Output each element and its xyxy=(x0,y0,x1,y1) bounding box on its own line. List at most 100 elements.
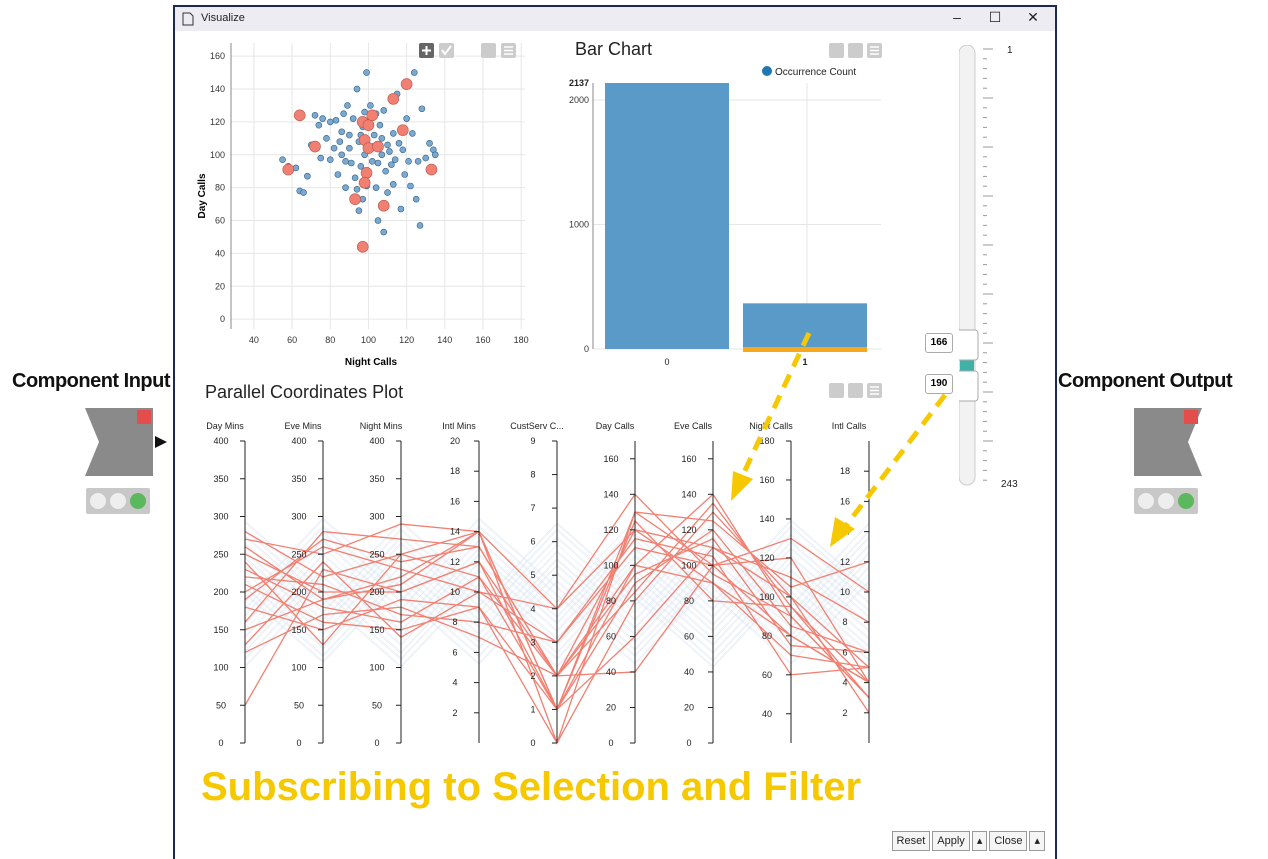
bar-fullscreen-icon[interactable] xyxy=(848,43,863,58)
scatter-point-selected xyxy=(377,199,390,212)
scatter-point xyxy=(367,102,374,109)
pc-fullscreen-icon[interactable] xyxy=(848,383,863,398)
bar-x-tick: 0 xyxy=(664,357,669,367)
pc-tick-label: 50 xyxy=(372,700,382,710)
pc-tick-label: 100 xyxy=(681,560,696,570)
scatter-point-selected xyxy=(282,163,295,176)
pc-axis-label: Intl Calls xyxy=(832,421,867,431)
pc-tick-label: 160 xyxy=(759,475,774,485)
pc-axis-label: Night Calls xyxy=(749,421,793,431)
pc-tick-label: 9 xyxy=(530,436,535,446)
scatter-point-selected xyxy=(356,241,369,253)
pc-menu-icon[interactable] xyxy=(867,383,882,398)
scatter-x-tick: 80 xyxy=(325,335,335,345)
scatter-x-tick: 60 xyxy=(287,335,297,345)
scatter-point xyxy=(397,205,405,213)
menu-icon[interactable] xyxy=(501,43,516,58)
component-input-node-icon[interactable] xyxy=(85,408,175,478)
scatter-point-selected xyxy=(366,109,379,122)
pc-tick-label: 16 xyxy=(840,496,850,506)
scatter-point-selected xyxy=(358,176,371,189)
scatter-y-tick: 80 xyxy=(215,183,225,193)
pc-tick-label: 2 xyxy=(452,708,457,718)
bar-y-tick: 1000 xyxy=(569,220,589,230)
pc-tick-label: 50 xyxy=(216,700,226,710)
scatter-point xyxy=(378,135,386,142)
scatter-point xyxy=(319,115,326,122)
scatter-point xyxy=(374,217,382,224)
pc-tick-label: 200 xyxy=(213,587,228,597)
scatter-point xyxy=(384,141,391,149)
pc-tick-label: 12 xyxy=(840,557,850,567)
pc-tick-label: 8 xyxy=(842,617,847,627)
pc-axis-label: Day Mins xyxy=(206,421,244,431)
scatter-point xyxy=(376,121,384,129)
bar-0 xyxy=(605,83,729,349)
slider-track[interactable] xyxy=(959,45,976,486)
close-window-button[interactable]: ✕ xyxy=(1023,9,1043,26)
slider-handle-high[interactable] xyxy=(959,370,979,402)
scatter-point xyxy=(330,144,338,152)
pc-tick-label: 140 xyxy=(681,489,696,499)
pc-tick-label: 150 xyxy=(213,625,228,635)
pc-tick-label: 20 xyxy=(606,702,616,712)
scatter-y-tick: 120 xyxy=(210,117,225,127)
slider-handle-low[interactable] xyxy=(959,329,979,361)
apply-dropdown-button[interactable]: ▴ xyxy=(971,831,988,851)
bar-max-label: 2137 xyxy=(569,78,589,88)
pc-tick-label: 50 xyxy=(294,700,304,710)
component-output-node-icon[interactable] xyxy=(1134,408,1206,478)
pc-tick-label: 16 xyxy=(450,496,460,506)
parallel-title: Parallel Coordinates Plot xyxy=(205,382,403,402)
reset-button[interactable]: Reset xyxy=(891,831,931,851)
pc-tick-label: 300 xyxy=(213,512,228,522)
scatter-point xyxy=(279,156,286,164)
output-node-status-lights xyxy=(1134,488,1198,514)
scatter-point-selected xyxy=(387,93,400,105)
close-dropdown-button[interactable]: ▴ xyxy=(1029,831,1045,851)
scatter-point xyxy=(431,151,439,159)
pc-tick-label: 6 xyxy=(452,647,457,657)
pc-axis-label: Eve Calls xyxy=(674,421,713,431)
maximize-button[interactable]: ☐ xyxy=(985,9,1005,26)
scatter-point xyxy=(382,167,389,175)
scatter-point-selected xyxy=(400,78,413,90)
pc-tick-label: 350 xyxy=(291,474,306,484)
scatter-point-selected xyxy=(397,124,409,136)
scatter-point xyxy=(349,115,357,122)
scatter-point xyxy=(323,135,330,142)
pc-tick-label: 0 xyxy=(608,738,613,748)
component-output-label: Component Output xyxy=(1058,370,1233,392)
scatter-point xyxy=(384,189,391,196)
fullscreen-icon[interactable] xyxy=(481,43,496,58)
apply-button[interactable]: Apply xyxy=(932,831,970,851)
scatter-point xyxy=(388,161,395,168)
bar-x-tick: 1 xyxy=(802,357,807,367)
pan-icon[interactable] xyxy=(419,43,434,58)
bar-chart: Bar Chart Occurrence Count 0 1000 2000 2137… xyxy=(569,39,882,367)
scatter-x-tick: 100 xyxy=(361,335,376,345)
scatter-point xyxy=(380,107,388,114)
scatter-point xyxy=(304,172,311,180)
pc-tick-label: 0 xyxy=(530,738,535,748)
pc-tick-label: 8 xyxy=(530,470,535,480)
close-button[interactable]: Close xyxy=(989,831,1028,851)
scatter-point xyxy=(300,189,307,196)
pc-fit-icon[interactable] xyxy=(829,383,844,398)
pc-tick-label: 400 xyxy=(369,436,384,446)
pc-tick-label: 120 xyxy=(759,553,774,563)
scatter-point xyxy=(405,158,412,165)
component-input-label: Component Input xyxy=(12,370,171,392)
bar-menu-icon[interactable] xyxy=(867,43,882,58)
scatter-point xyxy=(418,105,426,113)
range-filter-slider[interactable]: 1 243 xyxy=(959,45,1069,495)
scatter-point xyxy=(426,139,433,147)
minimize-button[interactable]: – xyxy=(947,9,967,25)
pc-tick-label: 200 xyxy=(369,587,384,597)
pc-tick-label: 20 xyxy=(684,702,694,712)
select-mode-icon[interactable] xyxy=(439,43,454,58)
parallel-coordinates-plot: Parallel Coordinates Plot Day Mins 0 50 100… xyxy=(205,382,882,748)
scatter-point xyxy=(391,156,399,164)
bar-fit-icon[interactable] xyxy=(829,43,844,58)
scatter-plot: 40 60 80 100 120 140 160 180 0 20 40 60 80 100 120 140 1… xyxy=(197,43,529,368)
